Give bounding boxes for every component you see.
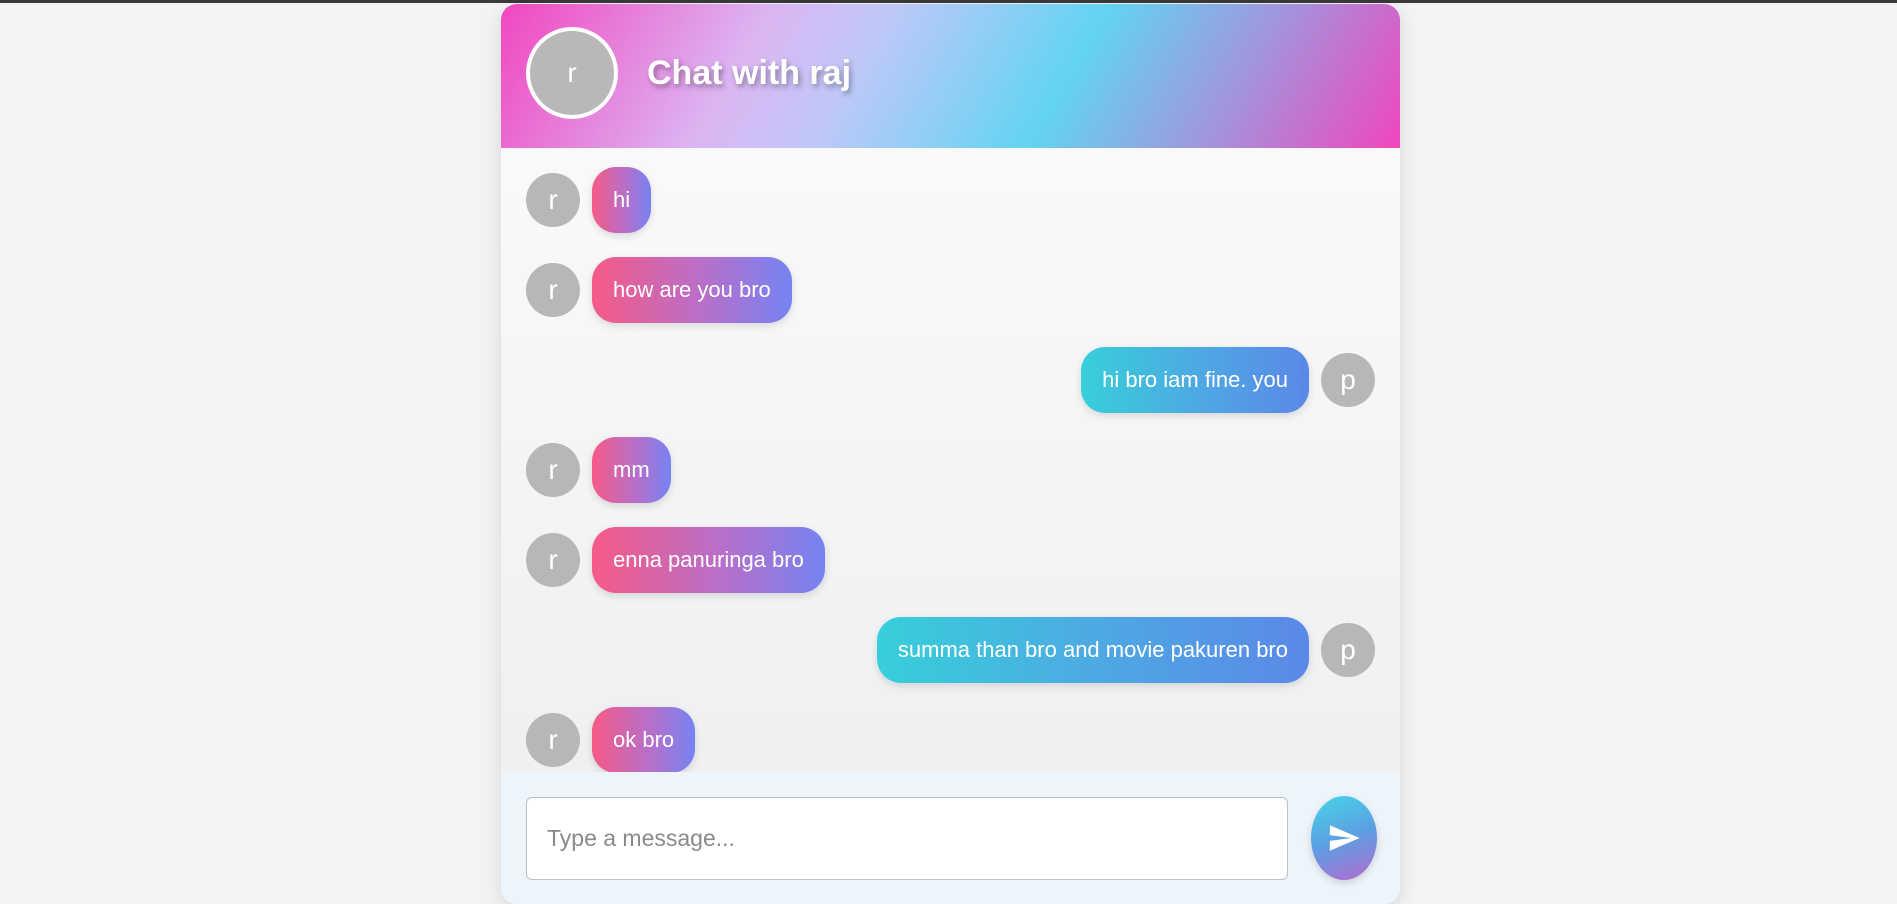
user-avatar: p bbox=[1321, 353, 1375, 407]
message-row-incoming: r how are you bro bbox=[526, 257, 1375, 323]
message-bubble-incoming: enna panuringa bro bbox=[592, 527, 825, 593]
message-row-outgoing: summa than bro and movie pakuren bro p bbox=[526, 617, 1375, 683]
message-input[interactable] bbox=[526, 797, 1288, 880]
message-bubble-incoming: mm bbox=[592, 437, 671, 503]
sender-avatar: r bbox=[526, 533, 580, 587]
chat-title: Chat with raj bbox=[647, 54, 852, 92]
message-bubble-incoming: how are you bro bbox=[592, 257, 792, 323]
chat-header: r Chat with raj bbox=[501, 4, 1400, 148]
user-avatar: p bbox=[1321, 623, 1375, 677]
send-button[interactable] bbox=[1311, 796, 1377, 880]
message-list: r hi r how are you bro hi bro iam fine. … bbox=[501, 148, 1400, 772]
message-bubble-incoming: ok bro bbox=[592, 707, 696, 772]
message-row-incoming: r ok bro bbox=[526, 707, 1375, 772]
sender-avatar: r bbox=[526, 173, 580, 227]
message-row-outgoing: hi bro iam fine. you p bbox=[526, 347, 1375, 413]
sender-avatar: r bbox=[526, 263, 580, 317]
browser-top-strip bbox=[0, 0, 1897, 3]
message-bubble-outgoing: summa than bro and movie pakuren bro bbox=[876, 617, 1309, 683]
message-bubble-outgoing: hi bro iam fine. you bbox=[1081, 347, 1309, 413]
message-row-incoming: r hi bbox=[526, 167, 1375, 233]
chat-window: r Chat with raj r hi r how are you bro h… bbox=[501, 4, 1400, 904]
contact-avatar: r bbox=[526, 27, 618, 119]
message-row-incoming: r enna panuringa bro bbox=[526, 527, 1375, 593]
sender-avatar: r bbox=[526, 443, 580, 497]
message-bubble-incoming: hi bbox=[592, 167, 652, 233]
message-row-incoming: r mm bbox=[526, 437, 1375, 503]
sender-avatar: r bbox=[526, 713, 580, 767]
composer-bar bbox=[501, 772, 1400, 904]
send-icon bbox=[1329, 825, 1360, 851]
